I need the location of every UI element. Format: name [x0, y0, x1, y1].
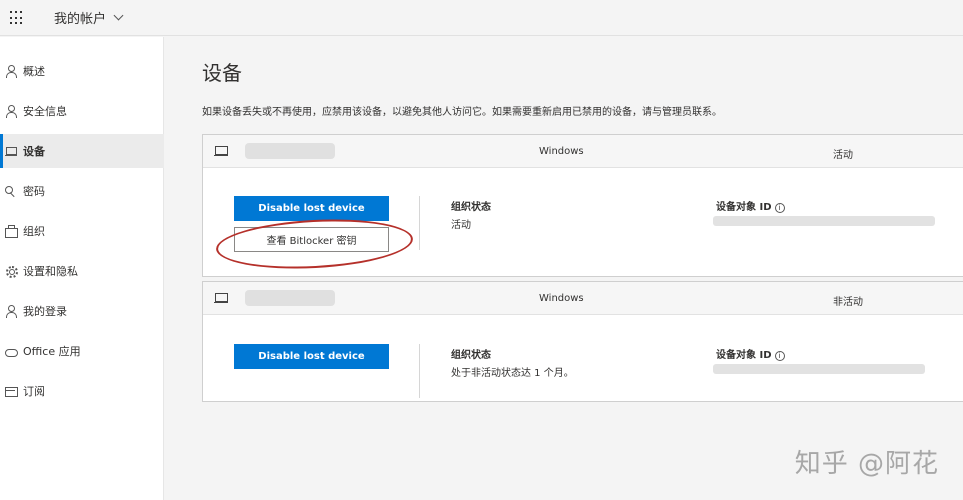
laptop-icon [5, 145, 17, 157]
object-id-label: 设备对象 ID i [716, 346, 785, 361]
org-state-label: 组织状态 [451, 350, 491, 361]
object-id-redacted [713, 364, 925, 374]
sidebar-item-devices[interactable]: 设备 [0, 134, 164, 168]
device-os: Windows [539, 146, 584, 157]
info-icon[interactable]: i [774, 351, 785, 361]
watermark: 知乎 @阿花 [794, 449, 939, 479]
gear-icon [5, 265, 18, 278]
sidebar-item-label: 安全信息 [23, 105, 67, 118]
page-description: 如果设备丢失或不再使用，应禁用该设备，以避免其他人访问它。如果需要重新启用已禁用… [202, 107, 722, 118]
divider [419, 196, 420, 250]
sidebar-item-label: 组织 [23, 225, 45, 238]
sidebar-item-my-signins[interactable]: 我的登录 [0, 294, 164, 328]
info-icon[interactable]: i [774, 203, 785, 213]
sidebar-item-label: 订阅 [23, 385, 45, 398]
sidebar-item-password[interactable]: 密码 [0, 174, 164, 208]
sign-in-icon [5, 305, 17, 318]
sidebar-item-label: Office 应用 [23, 345, 81, 358]
security-info-icon [5, 105, 17, 118]
sidebar-item-overview[interactable]: 概述 [0, 54, 164, 88]
sidebar-item-label: 设备 [23, 145, 45, 158]
org-state-label: 组织状态 [451, 202, 491, 213]
org-state-value: 处于非活动状态达 1 个月。 [451, 368, 574, 379]
page-title: 设备 [202, 61, 242, 85]
laptop-icon [214, 293, 228, 303]
object-id-redacted [713, 216, 935, 226]
key-icon [5, 185, 17, 197]
person-icon [5, 65, 17, 78]
disable-lost-device-button[interactable]: Disable lost device [234, 344, 389, 369]
device-name-redacted [245, 290, 335, 306]
device-status: 活动 [833, 150, 853, 161]
laptop-icon [214, 146, 228, 156]
highlight-ellipse [214, 214, 415, 274]
sidebar-item-subscriptions[interactable]: 订阅 [0, 374, 164, 408]
top-bar: 我的帐户 [0, 0, 963, 36]
sidebar-item-label: 密码 [23, 185, 45, 198]
account-menu[interactable]: 我的帐户 [54, 8, 124, 27]
device-card-header[interactable]: Windows 非活动 [203, 282, 963, 315]
app-launcher-icon[interactable] [10, 11, 24, 25]
sidebar-item-security-info[interactable]: 安全信息 [0, 94, 164, 128]
account-label: 我的帐户 [54, 12, 107, 27]
sidebar-item-label: 概述 [23, 65, 45, 78]
device-card: Windows 活动 Disable lost device 查看 Bitloc… [202, 134, 963, 277]
org-state-value: 活动 [451, 220, 471, 231]
object-id-label-text: 设备对象 ID [716, 350, 772, 361]
cloud-icon [5, 345, 18, 357]
sidebar-item-office-apps[interactable]: Office 应用 [0, 334, 164, 368]
device-name-redacted [245, 143, 335, 159]
sidebar: 概述 安全信息 设备 密码 组织 设置和隐私 我的登录 Office 应用 订阅 [0, 37, 164, 500]
main-content: 设备 如果设备丢失或不再使用，应禁用该设备，以避免其他人访问它。如果需要重新启用… [165, 37, 963, 500]
card-icon [5, 385, 18, 397]
object-id-label: 设备对象 ID i [716, 198, 785, 213]
chevron-down-icon [113, 10, 124, 21]
sidebar-item-label: 设置和隐私 [23, 265, 78, 278]
device-os: Windows [539, 293, 584, 304]
object-id-label-text: 设备对象 ID [716, 202, 772, 213]
sidebar-item-settings-privacy[interactable]: 设置和隐私 [0, 254, 164, 288]
briefcase-icon [5, 225, 18, 238]
disable-lost-device-button[interactable]: Disable lost device [234, 196, 389, 221]
divider [419, 344, 420, 398]
sidebar-item-label: 我的登录 [23, 305, 67, 318]
device-card-header[interactable]: Windows 活动 [203, 135, 963, 168]
sidebar-item-organizations[interactable]: 组织 [0, 214, 164, 248]
device-card: Windows 非活动 Disable lost device 组织状态 处于非… [202, 281, 963, 402]
device-status: 非活动 [833, 297, 863, 308]
